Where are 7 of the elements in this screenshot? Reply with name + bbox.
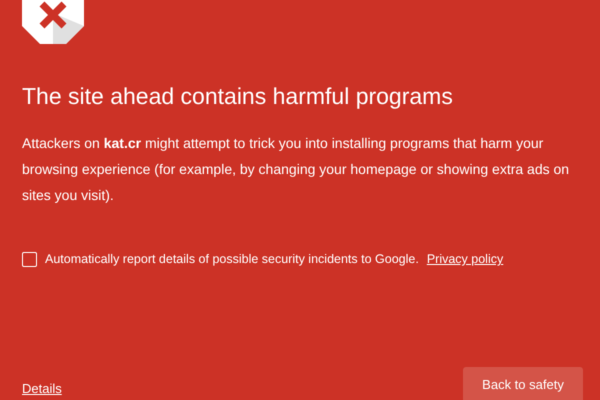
back-to-safety-button[interactable]: Back to safety <box>463 367 583 400</box>
warning-message: Attackers on kat.cr might attempt to trick you into installing programs that harm your browsing experience (for example, by changing your homepage or showing extra ads on sites you visit). <box>22 134 570 205</box>
report-checkbox[interactable] <box>22 252 37 267</box>
privacy-policy-link[interactable]: Privacy policy <box>426 250 504 269</box>
page-title: The site ahead contains harmful programs <box>22 82 454 110</box>
details-link[interactable]: Details <box>22 378 62 398</box>
report-label: Automatically report details of possible security incidents to Google. <box>45 251 419 268</box>
